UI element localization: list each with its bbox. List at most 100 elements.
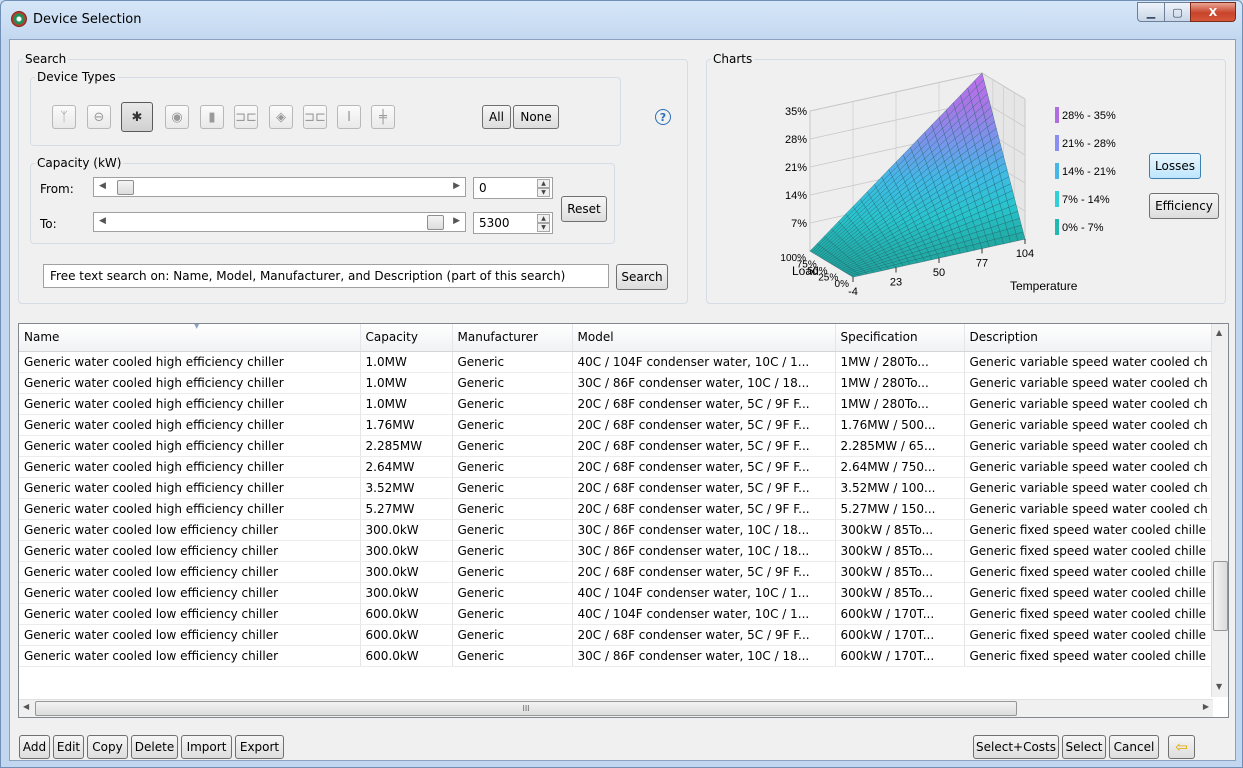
all-button[interactable]: All [482, 105, 511, 129]
chiller-icon[interactable]: ✱ [121, 102, 153, 132]
column-header-specification[interactable]: Specification [835, 324, 965, 352]
column-header-description[interactable]: Description [964, 324, 1214, 352]
minimize-button[interactable]: ▁ [1137, 2, 1164, 22]
from-slider[interactable]: ◀ ▶ [93, 177, 466, 197]
table-cell-capacity: 600.0kW [360, 603, 453, 625]
delete-button[interactable]: Delete [131, 735, 178, 759]
table-cell-capacity: 3.52MW [360, 477, 453, 499]
cross-icon[interactable]: ╪ [371, 105, 395, 129]
column-header-capacity[interactable]: Capacity [360, 324, 453, 352]
table-row[interactable]: Generic water cooled high efficiency chi… [19, 372, 1214, 394]
from-value[interactable]: 0 [479, 181, 487, 195]
fan-icon[interactable]: ᛉ [52, 105, 76, 129]
select-button[interactable]: Select [1062, 735, 1106, 759]
back-arrow-button[interactable]: ⇦ [1168, 735, 1195, 759]
tank-icon[interactable]: ▮ [200, 105, 224, 129]
none-button[interactable]: None [513, 105, 559, 129]
column-icon[interactable]: Ⅰ [337, 105, 361, 129]
table-vertical-scroll-thumb[interactable] [1213, 561, 1228, 631]
table-horizontal-scroll-thumb[interactable]: III [35, 701, 1017, 716]
table-cell-description: Generic variable speed water cooled ch [964, 351, 1214, 373]
close-button[interactable]: X [1190, 2, 1236, 22]
table-body: Generic water cooled high efficiency chi… [19, 351, 1214, 667]
column-header-manufacturer[interactable]: Manufacturer [452, 324, 573, 352]
table-cell-model: 20C / 68F condenser water, 5C / 9F F... [572, 477, 836, 499]
charts-group-label: Charts [713, 52, 753, 66]
reset-button[interactable]: Reset [561, 196, 607, 222]
table-row[interactable]: Generic water cooled high efficiency chi… [19, 477, 1214, 499]
title-bar[interactable]: Device Selection ▁ ▢ X [1, 1, 1242, 39]
to-label: To: [40, 217, 57, 231]
table-cell-manufacturer: Generic [452, 561, 573, 583]
table-row[interactable]: Generic water cooled low efficiency chil… [19, 519, 1214, 541]
scroll-right-arrow[interactable]: ▶ [1203, 702, 1209, 711]
table-vertical-scrollbar[interactable]: ▲ ▼ [1211, 324, 1228, 697]
table-row[interactable]: Generic water cooled low efficiency chil… [19, 645, 1214, 667]
to-stepper-up[interactable]: ▲ [537, 214, 550, 223]
table-cell-description: Generic fixed speed water cooled chille [964, 519, 1214, 541]
diamond-icon[interactable]: ◈ [269, 105, 293, 129]
table-row[interactable]: Generic water cooled high efficiency chi… [19, 498, 1214, 520]
table-cell-capacity: 1.76MW [360, 414, 453, 436]
export-button[interactable]: Export [235, 735, 284, 759]
table-row[interactable]: Generic water cooled low efficiency chil… [19, 603, 1214, 625]
to-stepper[interactable]: 5300 ▲ ▼ [473, 212, 553, 234]
search-group-label: Search [25, 52, 67, 66]
table-row[interactable]: Generic water cooled high efficiency chi… [19, 435, 1214, 457]
from-stepper-up[interactable]: ▲ [537, 179, 550, 188]
table-cell-manufacturer: Generic [452, 540, 573, 562]
column-header-model[interactable]: Model [572, 324, 836, 352]
maximize-button[interactable]: ▢ [1164, 2, 1190, 22]
copy-button[interactable]: Copy [87, 735, 128, 759]
table-row[interactable]: Generic water cooled high efficiency chi… [19, 393, 1214, 415]
to-slider-thumb[interactable] [427, 215, 444, 230]
from-slider-thumb[interactable] [117, 180, 134, 195]
scroll-left-arrow[interactable]: ◀ [23, 702, 29, 711]
table-cell-name: Generic water cooled low efficiency chil… [19, 603, 361, 625]
help-icon[interactable]: ? [655, 109, 671, 125]
table-row[interactable]: Generic water cooled high efficiency chi… [19, 456, 1214, 478]
select-costs-button[interactable]: Select+Costs [973, 735, 1059, 759]
column-header-name[interactable]: Name ▼ [19, 323, 361, 352]
table-horizontal-scrollbar[interactable]: ◀ III ▶ [19, 699, 1213, 717]
table-row[interactable]: Generic water cooled low efficiency chil… [19, 624, 1214, 646]
pipe-icon[interactable]: ⊖ [87, 105, 111, 129]
free-text-search-input[interactable]: Free text search on: Name, Model, Manufa… [43, 264, 609, 288]
coil-icon[interactable]: ⊐⊏ [303, 105, 327, 129]
table-row[interactable]: Generic water cooled low efficiency chil… [19, 540, 1214, 562]
edit-button[interactable]: Edit [53, 735, 84, 759]
table-row[interactable]: Generic water cooled high efficiency chi… [19, 414, 1214, 436]
to-slider-left-arrow[interactable]: ◀ [99, 216, 106, 226]
search-button[interactable]: Search [616, 264, 668, 290]
from-slider-right-arrow[interactable]: ▶ [453, 181, 460, 191]
to-slider-right-arrow[interactable]: ▶ [453, 216, 460, 226]
table-cell-capacity: 300.0kW [360, 561, 453, 583]
import-button[interactable]: Import [181, 735, 232, 759]
from-stepper[interactable]: 0 ▲ ▼ [473, 177, 553, 199]
cancel-button[interactable]: Cancel [1109, 735, 1159, 759]
pump-icon[interactable]: ◉ [165, 105, 189, 129]
table-cell-capacity: 1.0MW [360, 393, 453, 415]
table-cell-name: Generic water cooled high efficiency chi… [19, 372, 361, 394]
table-cell-description: Generic variable speed water cooled ch [964, 372, 1214, 394]
valve-icon[interactable]: ⊐⊏ [234, 105, 258, 129]
table-row[interactable]: Generic water cooled low efficiency chil… [19, 582, 1214, 604]
to-slider[interactable]: ◀ ▶ [93, 212, 466, 232]
table-cell-manufacturer: Generic [452, 414, 573, 436]
to-stepper-down[interactable]: ▼ [537, 223, 550, 232]
table-row[interactable]: Generic water cooled low efficiency chil… [19, 561, 1214, 583]
table-cell-specification: 600kW / 170T... [835, 603, 965, 625]
table-cell-specification: 600kW / 170T... [835, 624, 965, 646]
sort-indicator-icon: ▼ [194, 323, 200, 330]
scroll-down-arrow[interactable]: ▼ [1216, 682, 1222, 691]
losses-chart-button[interactable]: Losses [1149, 153, 1201, 179]
table-cell-capacity: 300.0kW [360, 582, 453, 604]
add-button[interactable]: Add [19, 735, 50, 759]
efficiency-chart-button[interactable]: Efficiency [1149, 193, 1219, 219]
from-stepper-down[interactable]: ▼ [537, 188, 550, 197]
scroll-up-arrow[interactable]: ▲ [1216, 328, 1222, 337]
table-row[interactable]: Generic water cooled high efficiency chi… [19, 351, 1214, 373]
table-cell-manufacturer: Generic [452, 519, 573, 541]
to-value[interactable]: 5300 [479, 216, 510, 230]
from-slider-left-arrow[interactable]: ◀ [99, 181, 106, 191]
